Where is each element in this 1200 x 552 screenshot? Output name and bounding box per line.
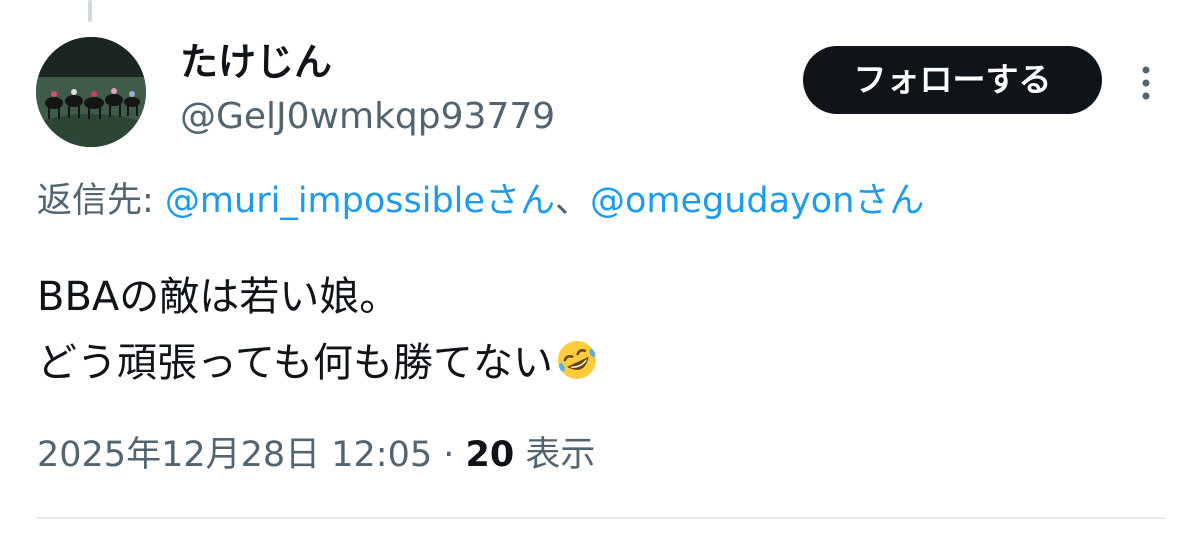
tweet-meta: 2025年12月28日 12:05 · 20 表示 <box>37 432 595 478</box>
author-handle[interactable]: @GelJ0wmkqp93779 <box>180 94 555 140</box>
reply-mention-link[interactable]: @muri_impossibleさん <box>165 181 555 221</box>
tweet-text: BBAの敵は若い娘。 どう頑張っても何も勝てない <box>37 264 599 396</box>
tweet-timestamp[interactable]: 2025年12月28日 12:05 <box>37 435 432 475</box>
mention-handle: @omegudayon <box>589 181 855 221</box>
reply-mention-link[interactable]: @omegudayonさん <box>590 181 924 221</box>
tweet-text-line: BBAの敵は若い娘。 <box>37 274 400 320</box>
avatar-horse-race-image <box>36 37 146 147</box>
thread-connector-line <box>88 0 92 22</box>
meta-dot-separator: · <box>432 435 466 475</box>
mention-suffix: さん <box>854 181 925 221</box>
reply-to-line: 返信先: @muri_impossibleさん、@omegudayonさん <box>37 178 924 224</box>
mention-suffix: さん <box>484 181 555 221</box>
author-display-name[interactable]: たけじん <box>180 38 332 86</box>
mention-handle: @muri_impossible <box>164 181 485 221</box>
views-count: 20 <box>465 435 515 475</box>
tweet-text-line-content: どう頑張っても何も勝てない <box>37 340 553 386</box>
reply-to-prefix: 返信先: <box>37 181 165 221</box>
divider <box>36 517 1166 519</box>
reply-separator: 、 <box>554 181 590 221</box>
rolling-on-floor-laughing-emoji-icon <box>558 341 596 379</box>
views-label: 表示 <box>514 435 596 475</box>
avatar[interactable] <box>36 37 146 147</box>
follow-button[interactable]: フォローする <box>803 46 1102 114</box>
more-vertical-icon[interactable] <box>1128 58 1164 108</box>
tweet-text-line: どう頑張っても何も勝てない <box>37 330 599 396</box>
